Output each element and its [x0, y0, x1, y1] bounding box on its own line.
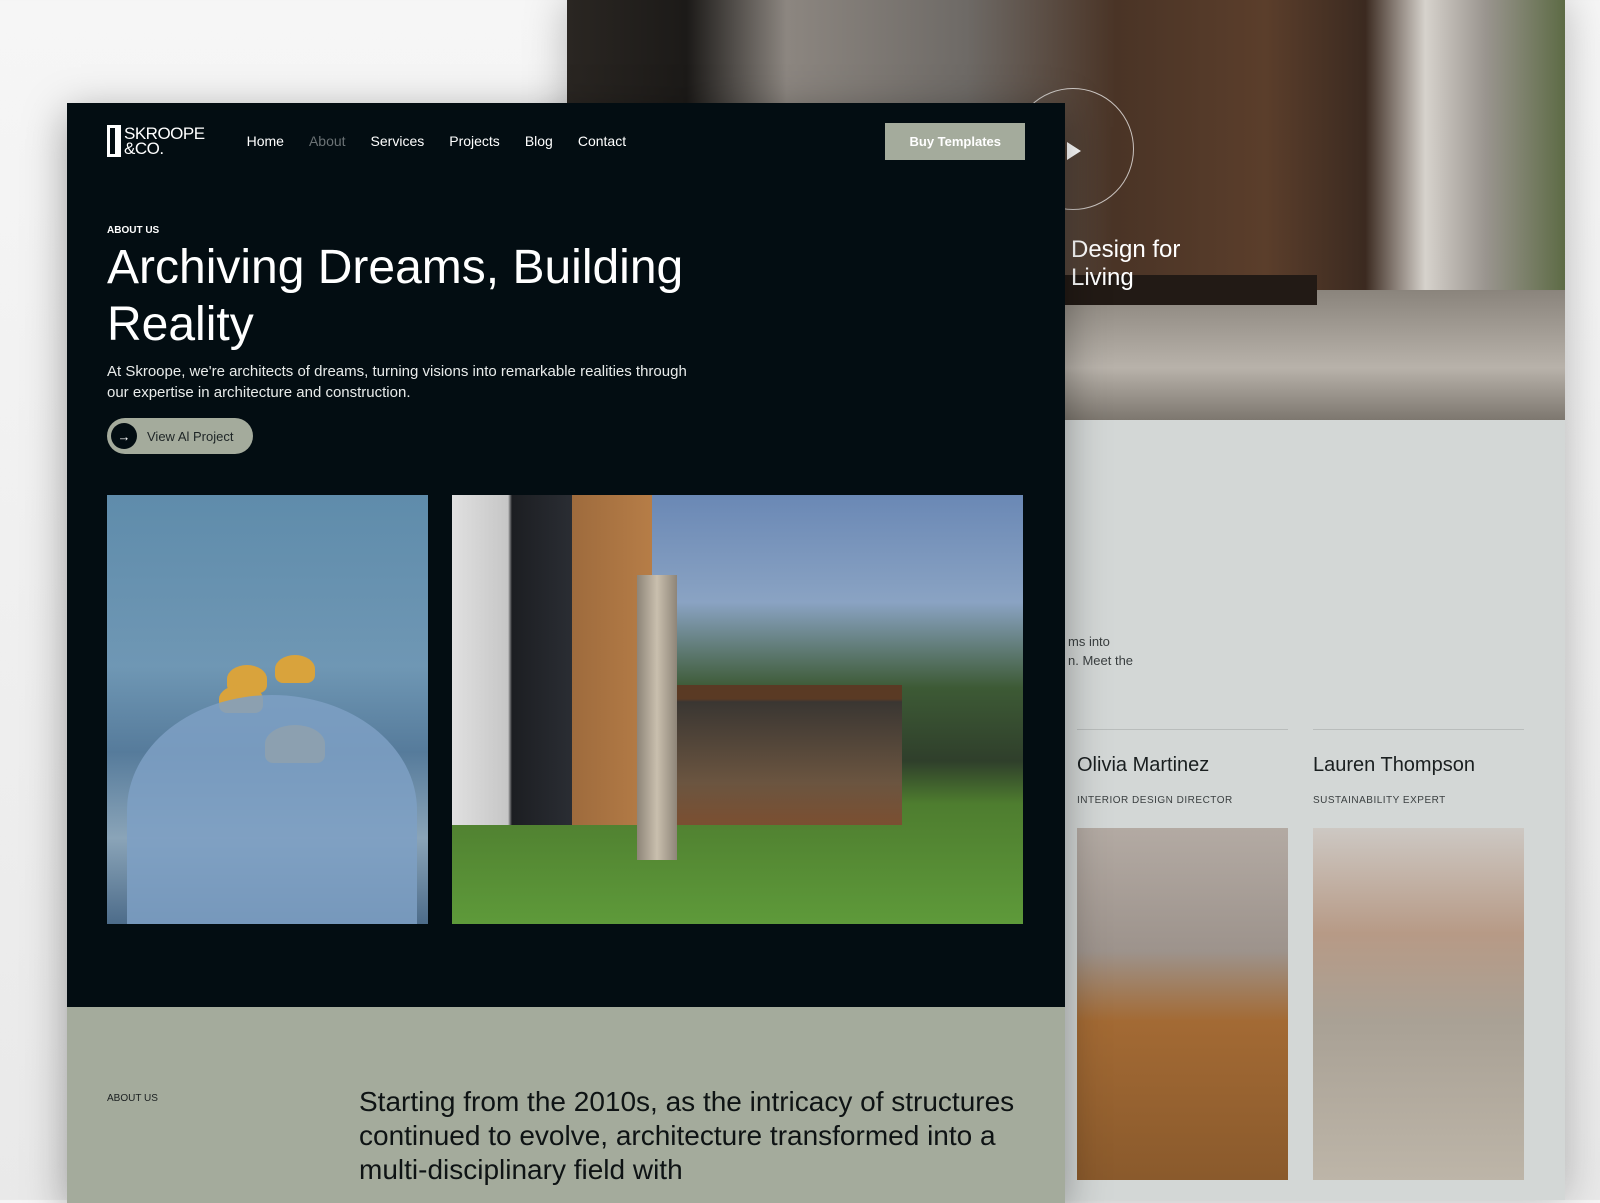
hero-title: Design for Living	[1071, 236, 1181, 291]
nav-projects[interactable]: Projects	[449, 133, 500, 149]
lead-text: At Skroope, we're architects of dreams, …	[107, 363, 687, 401]
nav-menu: Home About Services Projects Blog Contac…	[247, 133, 627, 149]
navbar: SKROOPE &CO. Home About Services Project…	[107, 122, 1025, 160]
team-member: Lauren Thompson SUSTAINABILITY EXPERT	[1313, 729, 1524, 1180]
member-role: INTERIOR DESIGN DIRECTOR	[1077, 795, 1233, 806]
nav-home[interactable]: Home	[247, 133, 284, 149]
about-text: Starting from the 2010s, as the intricac…	[359, 1086, 1015, 1185]
nav-blog[interactable]: Blog	[525, 133, 553, 149]
member-role: SUSTAINABILITY EXPERT	[1313, 795, 1446, 806]
workers-image	[107, 495, 428, 924]
play-icon	[1067, 142, 1081, 160]
page-title: Archiving Dreams, Building Reality	[107, 241, 684, 351]
divider	[1313, 729, 1524, 730]
logo[interactable]: SKROOPE &CO.	[107, 125, 205, 157]
section-eyebrow: ABOUT US	[107, 225, 160, 236]
section-eyebrow: ABOUT US	[107, 1093, 158, 1104]
member-name: Olivia Martinez	[1077, 754, 1210, 776]
arrow-right-icon: →	[111, 423, 137, 449]
nav-about[interactable]: About	[309, 133, 346, 149]
member-name: Lauren Thompson	[1313, 754, 1475, 776]
nav-contact[interactable]: Contact	[578, 133, 626, 149]
nav-services[interactable]: Services	[371, 133, 425, 149]
buy-templates-button[interactable]: Buy Templates	[885, 122, 1025, 160]
about-section: ABOUT US Starting from the 2010s, as the…	[67, 1007, 1065, 1203]
front-page-preview: SKROOPE &CO. Home About Services Project…	[67, 103, 1065, 1203]
divider	[1077, 729, 1288, 730]
view-project-button[interactable]: → View Al Project	[107, 418, 254, 454]
member-photo	[1313, 828, 1524, 1180]
member-photo	[1077, 828, 1288, 1180]
logo-mark-icon	[107, 125, 121, 157]
team-member: Olivia Martinez INTERIOR DESIGN DIRECTOR	[1077, 729, 1288, 1180]
team-intro: ms into n. Meet the	[1068, 634, 1134, 668]
house-image	[452, 495, 1023, 924]
